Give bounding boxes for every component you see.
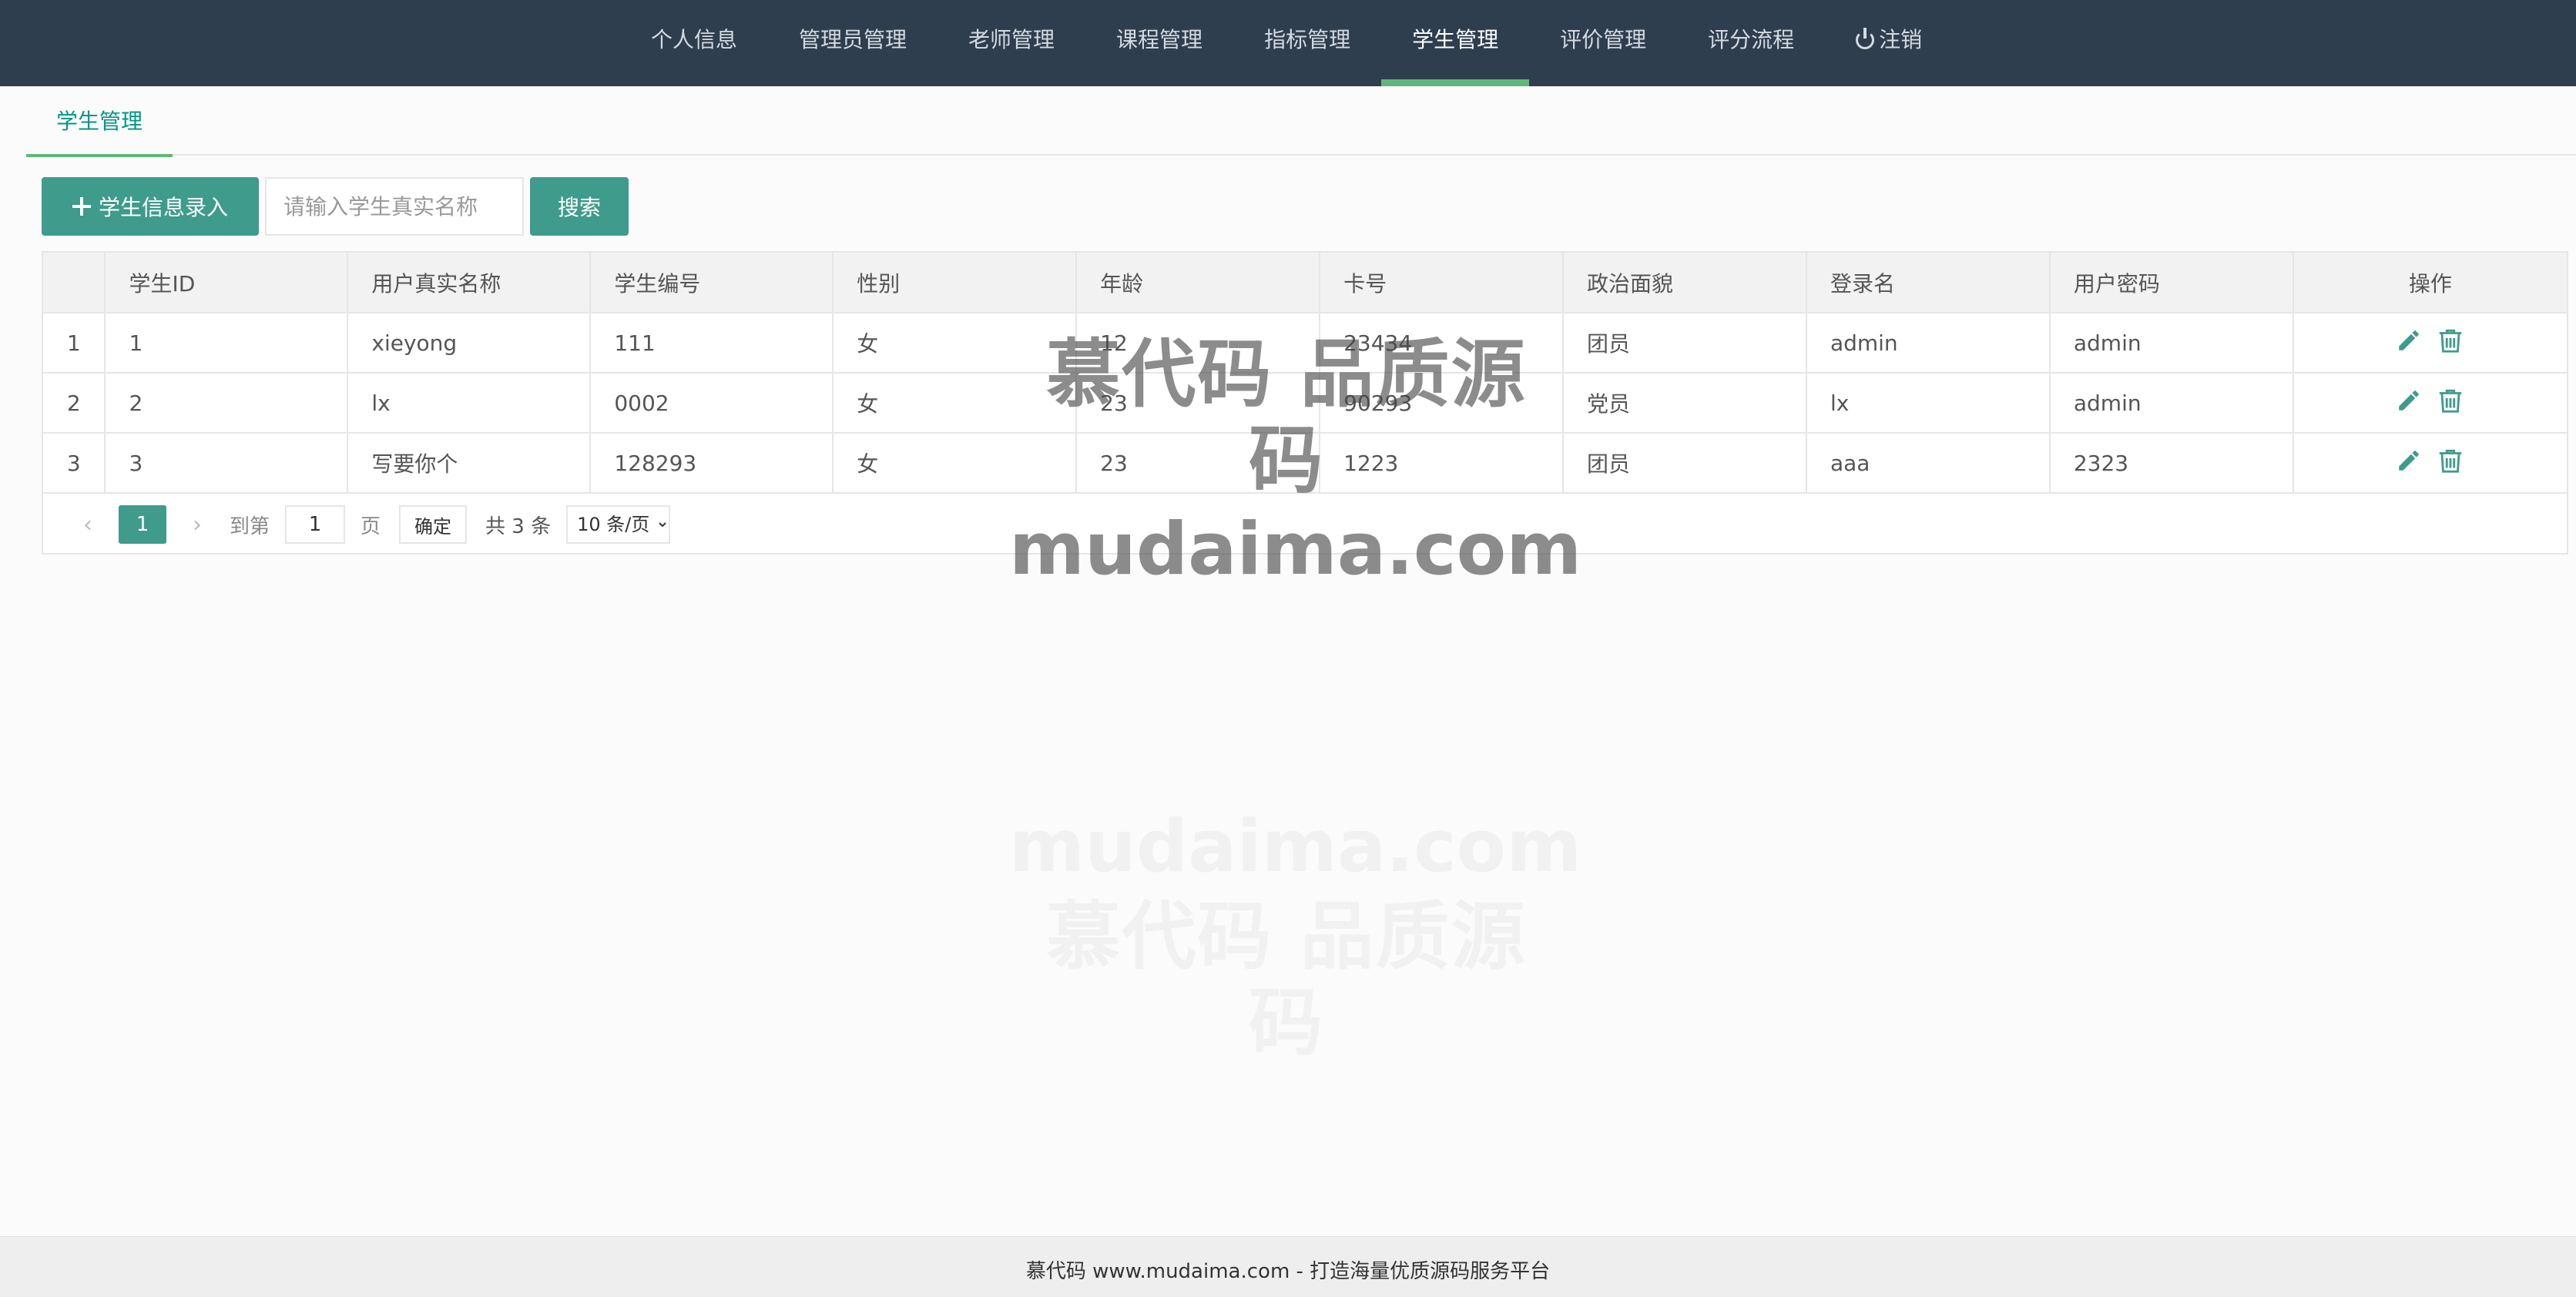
cell-student-number: 128293 <box>590 433 834 494</box>
power-icon <box>1856 28 1875 49</box>
nav-item-personal-info[interactable]: 个人信息 <box>620 0 768 86</box>
cell-gender: 女 <box>833 373 1078 434</box>
logout-label: 注销 <box>1879 27 1923 52</box>
nav-item-teacher-management[interactable]: 老师管理 <box>937 0 1085 86</box>
cell-password: 2323 <box>2049 433 2294 494</box>
cell-student-id: 1 <box>105 313 349 374</box>
goto-prefix-label: 到第 <box>230 514 270 538</box>
prev-page-chevron-icon[interactable]: ‹ <box>65 511 111 538</box>
student-table-container: 学生ID 用户真实名称 学生编号 性别 年龄 卡号 政治面貌 登录名 用户密码 … <box>42 251 2568 555</box>
cell-password: admin <box>2049 313 2294 374</box>
next-page-chevron-icon[interactable]: › <box>174 511 220 538</box>
top-navigation: 个人信息 管理员管理 老师管理 课程管理 指标管理 学生管理 评价管理 评分流程… <box>0 0 2576 86</box>
header-political-status: 政治面貌 <box>1563 253 1807 313</box>
nav-item-logout[interactable]: 注销 <box>1825 0 1953 86</box>
cell-student-id: 3 <box>105 433 349 494</box>
header-actions: 操作 <box>2293 253 2567 313</box>
watermark-ghost: mudaima.com 慕代码 品质源码 <box>1009 801 1582 1066</box>
header-real-name: 用户真实名称 <box>347 253 592 313</box>
cell-age: 12 <box>1076 313 1321 374</box>
cell-real-name: 写要你个 <box>347 433 592 494</box>
cell-real-name: xieyong <box>347 313 592 374</box>
header-student-number: 学生编号 <box>590 253 834 313</box>
header-student-id: 学生ID <box>105 253 349 313</box>
header-login-name: 登录名 <box>1806 253 2051 313</box>
edit-icon[interactable] <box>2396 447 2422 479</box>
cell-student-number: 0002 <box>590 373 834 434</box>
header-index <box>43 253 106 313</box>
cell-real-name: lx <box>347 373 592 434</box>
delete-icon[interactable] <box>2436 326 2465 360</box>
header-password: 用户密码 <box>2049 253 2294 313</box>
cell-password: admin <box>2049 373 2294 434</box>
nav-item-indicator-management[interactable]: 指标管理 <box>1233 0 1381 86</box>
nav-item-course-management[interactable]: 课程管理 <box>1085 0 1233 86</box>
search-input[interactable] <box>265 177 524 236</box>
nav-item-scoring-process[interactable]: 评分流程 <box>1677 0 1825 86</box>
header-age: 年龄 <box>1076 253 1321 313</box>
pagination: ‹ 1 › 到第 页 确定 共 3 条 10 条/页 <box>43 494 2567 555</box>
cell-political-status: 党员 <box>1563 373 1807 434</box>
cell-political-status: 团员 <box>1563 433 1807 494</box>
delete-icon[interactable] <box>2436 446 2465 481</box>
cell-age: 23 <box>1076 433 1321 494</box>
delete-icon[interactable] <box>2436 386 2465 421</box>
cell-student-id: 2 <box>105 373 349 434</box>
nav-item-student-management[interactable]: 学生管理 <box>1381 0 1530 86</box>
search-button[interactable]: 搜索 <box>530 177 629 236</box>
goto-page-input[interactable] <box>285 505 346 544</box>
plus-icon <box>72 197 91 216</box>
footer: 慕代码 www.mudaima.com - 打造海量优质源码服务平台 <box>0 1237 2576 1297</box>
page-size-select[interactable]: 10 条/页 <box>566 505 671 544</box>
cell-login-name: admin <box>1806 313 2051 374</box>
cell-card-number: 90293 <box>1320 373 1565 434</box>
table-row: 3 3 写要你个 128293 女 23 1223 团员 aaa 2323 <box>43 433 2567 494</box>
edit-icon[interactable] <box>2396 327 2422 359</box>
nav-menu: 个人信息 管理员管理 老师管理 课程管理 指标管理 学生管理 评价管理 评分流程… <box>620 0 1953 86</box>
cell-actions <box>2293 373 2567 434</box>
cell-gender: 女 <box>833 433 1078 494</box>
header-gender: 性别 <box>833 253 1078 313</box>
total-count-label: 共 3 条 <box>485 514 552 538</box>
goto-confirm-button[interactable]: 确定 <box>399 505 468 544</box>
cell-card-number: 23434 <box>1320 313 1565 374</box>
nav-item-admin-management[interactable]: 管理员管理 <box>768 0 937 86</box>
cell-actions <box>2293 433 2567 494</box>
goto-suffix-label: 页 <box>361 514 381 538</box>
table-header-row: 学生ID 用户真实名称 学生编号 性别 年龄 卡号 政治面貌 登录名 用户密码 … <box>43 253 2567 313</box>
nav-item-evaluation-management[interactable]: 评价管理 <box>1529 0 1677 86</box>
add-student-button[interactable]: 学生信息录入 <box>42 177 259 236</box>
student-table: 学生ID 用户真实名称 学生编号 性别 年龄 卡号 政治面貌 登录名 用户密码 … <box>43 253 2567 494</box>
add-student-label: 学生信息录入 <box>98 195 228 220</box>
tab-bar: 学生管理 <box>26 86 2576 157</box>
cell-age: 23 <box>1076 373 1321 434</box>
cell-index: 3 <box>43 433 106 494</box>
cell-login-name: lx <box>1806 373 2051 434</box>
page-number-button[interactable]: 1 <box>119 505 166 544</box>
cell-login-name: aaa <box>1806 433 2051 494</box>
header-card-number: 卡号 <box>1320 253 1565 313</box>
watermark-ghost-line-1: 慕代码 品质源码 <box>1046 893 1527 1066</box>
tab-student-management[interactable]: 学生管理 <box>26 86 173 157</box>
table-row: 2 2 lx 0002 女 23 90293 党员 lx admin <box>43 373 2567 434</box>
watermark-ghost-line-2: mudaima.com <box>1009 805 1582 889</box>
cell-actions <box>2293 313 2567 374</box>
edit-icon[interactable] <box>2396 387 2422 419</box>
cell-index: 1 <box>43 313 106 374</box>
cell-index: 2 <box>43 373 106 434</box>
table-row: 1 1 xieyong 111 女 12 23434 团员 admin admi… <box>43 313 2567 374</box>
cell-student-number: 111 <box>590 313 834 374</box>
cell-card-number: 1223 <box>1320 433 1565 494</box>
cell-political-status: 团员 <box>1563 313 1807 374</box>
cell-gender: 女 <box>833 313 1078 374</box>
